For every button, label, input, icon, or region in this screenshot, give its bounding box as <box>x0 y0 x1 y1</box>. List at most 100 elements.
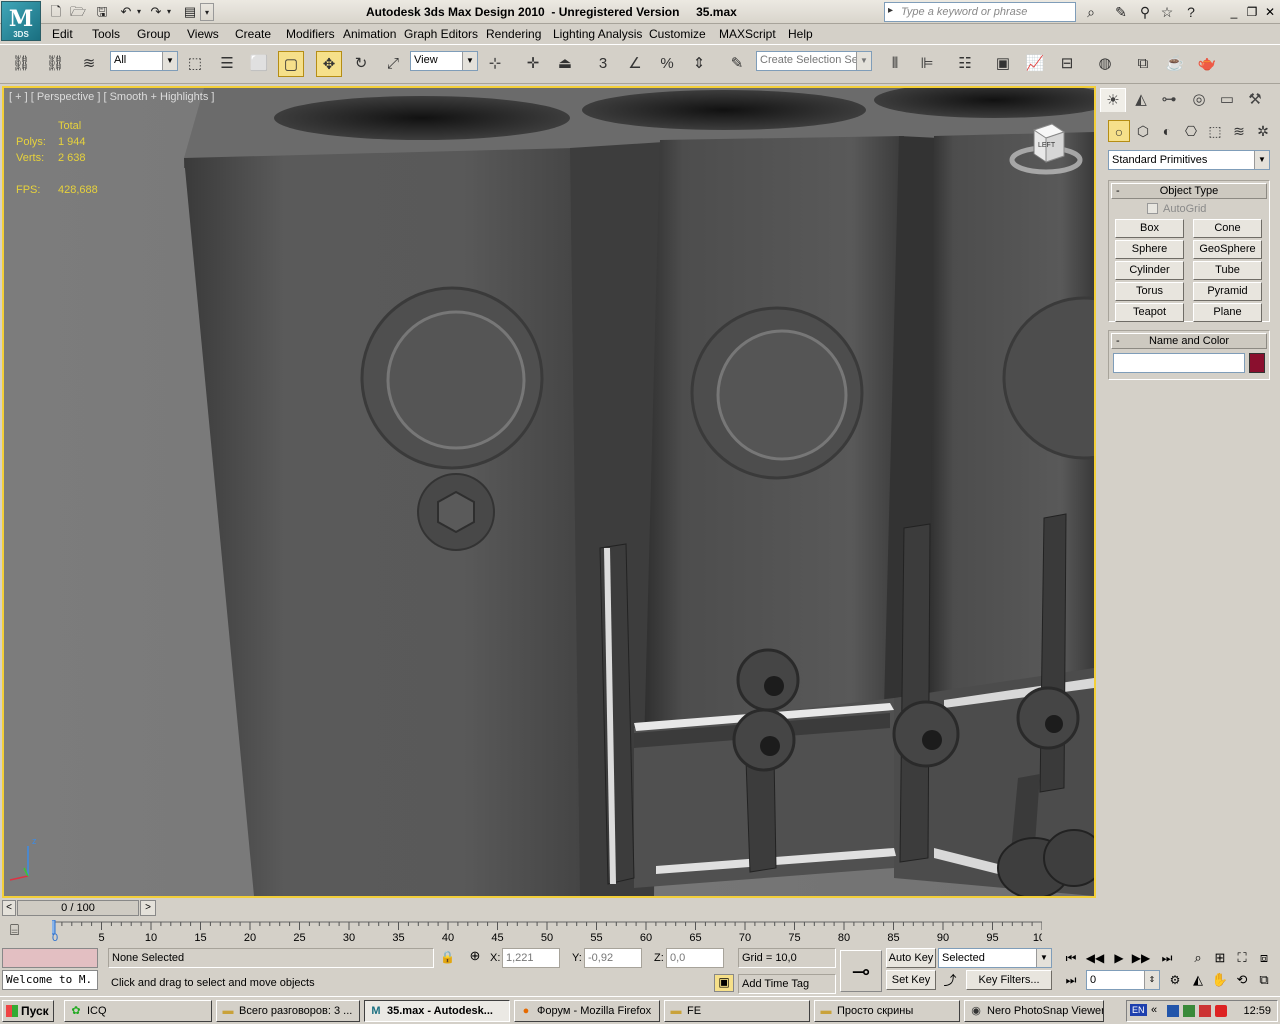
window-crossing-icon[interactable]: ▢ <box>278 51 304 77</box>
quick-access-dropdown-icon[interactable]: ▾ <box>200 3 214 21</box>
tray-app-icon[interactable] <box>1167 1005 1179 1017</box>
open-mini-curve-editor-icon[interactable]: ⌸ <box>10 922 19 939</box>
key-mode-toggle-icon[interactable]: ⏭ <box>1060 970 1082 990</box>
go-to-end-icon[interactable]: ⏭ <box>1156 948 1178 968</box>
pyramid-button[interactable]: Pyramid <box>1193 282 1262 301</box>
tray-expand-icon[interactable]: « <box>1151 1004 1157 1016</box>
language-indicator[interactable]: EN <box>1130 1004 1147 1016</box>
menu-modifiers[interactable]: Modifiers <box>286 27 335 41</box>
set-key-button[interactable]: Set Key <box>886 970 936 990</box>
task-screens-folder[interactable]: ▬ Просто скрины <box>814 1000 960 1022</box>
auto-key-button[interactable]: Auto Key <box>886 948 936 968</box>
keyword-search-input[interactable]: ▸ Type a keyword or phrase <box>884 2 1076 22</box>
unlink-icon[interactable]: ⛓ <box>42 51 68 77</box>
frame-spinner-icon[interactable]: ⇕ <box>1144 971 1159 989</box>
time-configuration-icon[interactable]: ⚙ <box>1164 970 1186 990</box>
pan-view-icon[interactable]: ✋ <box>1210 970 1230 990</box>
bind-space-warp-icon[interactable]: ≋ <box>76 51 102 77</box>
field-of-view-icon[interactable]: ◭ <box>1188 970 1208 990</box>
snaps-toggle-icon[interactable]: 3 <box>590 51 616 77</box>
utilities-tab-icon[interactable]: ⚒ <box>1242 88 1268 112</box>
hierarchy-tab-icon[interactable]: ⊶ <box>1156 88 1182 112</box>
tray-app-icon[interactable] <box>1183 1005 1195 1017</box>
layer-manager-icon[interactable]: ☷ <box>952 51 978 77</box>
communication-center-icon[interactable]: ⚲ <box>1134 3 1156 21</box>
x-coord-field[interactable]: 1,221 <box>502 948 560 968</box>
helpers-icon[interactable]: ⬚ <box>1204 120 1226 142</box>
add-time-tag-button[interactable]: Add Time Tag <box>738 974 836 994</box>
space-warps-icon[interactable]: ≋ <box>1228 120 1250 142</box>
viewport-label-menu[interactable]: [ + ] [ Perspective ] [ Smooth + Highlig… <box>9 91 214 103</box>
zoom-extents-icon[interactable]: ⛶ <box>1232 948 1252 968</box>
key-tangent-icon[interactable]: ⤴ <box>940 971 960 991</box>
select-and-rotate-icon[interactable]: ↻ <box>348 51 374 77</box>
sphere-button[interactable]: Sphere <box>1115 240 1184 259</box>
current-frame-marker[interactable] <box>52 920 56 935</box>
percent-snap-icon[interactable]: % <box>654 51 680 77</box>
task-icq[interactable]: ✿ ICQ <box>64 1000 212 1022</box>
lights-icon[interactable]: ◐ <box>1156 120 1178 142</box>
zoom-icon[interactable]: ⌕ <box>1188 948 1208 968</box>
object-type-rollout-header[interactable]: - Object Type <box>1111 183 1267 199</box>
next-frame-icon[interactable]: ▶▶ <box>1130 948 1152 968</box>
rendered-frame-window-icon[interactable]: ☕ <box>1162 51 1188 77</box>
project-folder-icon[interactable]: ▤ <box>180 3 200 21</box>
track-bar[interactable]: ⌸ 0 5 10 15 20 25 30 35 40 45 50 55 60 65 70 75 80 85 90 95… <box>0 918 1100 946</box>
application-menu-button[interactable]: 3DS M <box>1 1 41 41</box>
save-file-icon[interactable]: 🖫 <box>92 3 112 21</box>
teapot-button[interactable]: Teapot <box>1115 303 1184 322</box>
spinner-snap-icon[interactable]: ⇕ <box>686 51 712 77</box>
manipulate-icon[interactable]: ✛ <box>520 51 546 77</box>
key-mode-select[interactable]: Selected ▼ <box>938 948 1052 968</box>
redo-dropdown-icon[interactable]: ▾ <box>164 3 174 21</box>
undo-dropdown-icon[interactable]: ▾ <box>134 3 144 21</box>
named-selection-set-input[interactable]: Create Selection Se ▼ <box>756 51 872 71</box>
select-by-name-icon[interactable]: ☰ <box>214 51 240 77</box>
close-icon[interactable]: ✕ <box>1262 4 1278 20</box>
search-expand-icon[interactable]: ▸ <box>888 5 893 16</box>
menu-customize[interactable]: Customize <box>649 27 706 41</box>
menu-lighting-analysis[interactable]: Lighting Analysis <box>553 27 642 41</box>
menu-views[interactable]: Views <box>187 27 219 41</box>
reference-coordinate-select[interactable]: View ▼ <box>410 51 478 71</box>
zoom-all-icon[interactable]: ⊞ <box>1210 948 1230 968</box>
name-and-color-rollout-header[interactable]: - Name and Color <box>1111 333 1267 349</box>
time-slider-prev-icon[interactable]: < <box>2 900 16 916</box>
set-key-icon[interactable]: ⊸ <box>840 950 882 992</box>
zoom-extents-all-icon[interactable]: ⧈ <box>1254 948 1274 968</box>
angle-snap-icon[interactable]: ∠ <box>622 51 648 77</box>
shapes-icon[interactable]: ⬡ <box>1132 120 1154 142</box>
schematic-view-icon[interactable]: ⊟ <box>1054 51 1080 77</box>
graphite-modeling-icon[interactable]: ▣ <box>990 51 1016 77</box>
frame-ruler[interactable]: 0510152025303540455055606570758085909510… <box>52 920 1042 944</box>
selection-filter-select[interactable]: All ▼ <box>110 51 178 71</box>
keyboard-shortcut-override-icon[interactable]: ⏏ <box>552 51 578 77</box>
cameras-icon[interactable]: ⎔ <box>1180 120 1202 142</box>
maxscript-output[interactable]: Welcome to M. <box>2 970 98 990</box>
display-tab-icon[interactable]: ▭ <box>1214 88 1240 112</box>
go-to-start-icon[interactable]: ⏮ <box>1060 948 1082 968</box>
primitive-category-select[interactable]: Standard Primitives ▼ <box>1108 150 1270 170</box>
tray-app-icon[interactable] <box>1215 1005 1227 1017</box>
menu-group[interactable]: Group <box>137 27 170 41</box>
restore-icon[interactable]: ❐ <box>1244 4 1260 20</box>
menu-help[interactable]: Help <box>788 27 813 41</box>
box-button[interactable]: Box <box>1115 219 1184 238</box>
y-coord-field[interactable]: -0,92 <box>584 948 642 968</box>
menu-tools[interactable]: Tools <box>92 27 120 41</box>
time-tag-icon[interactable]: ▣ <box>714 974 734 992</box>
menu-create[interactable]: Create <box>235 27 271 41</box>
menu-graph-editors[interactable]: Graph Editors <box>404 27 478 41</box>
task-fe-folder[interactable]: ▬ FE <box>664 1000 810 1022</box>
align-icon[interactable]: ⊫ <box>914 51 940 77</box>
binoculars-search-icon[interactable]: ⌕ <box>1080 3 1102 21</box>
help-icon[interactable]: ? <box>1180 3 1202 21</box>
cone-button[interactable]: Cone <box>1193 219 1262 238</box>
open-file-icon[interactable]: 🗁 <box>68 3 88 21</box>
absolute-mode-transform-icon[interactable]: ⊕ <box>466 948 484 966</box>
viewcube[interactable]: LEFT <box>1008 120 1084 178</box>
subscription-center-icon[interactable]: ✎ <box>1110 3 1132 21</box>
object-color-swatch[interactable] <box>1249 353 1265 373</box>
menu-rendering[interactable]: Rendering <box>486 27 541 41</box>
maximize-viewport-icon[interactable]: ⧉ <box>1254 970 1274 990</box>
